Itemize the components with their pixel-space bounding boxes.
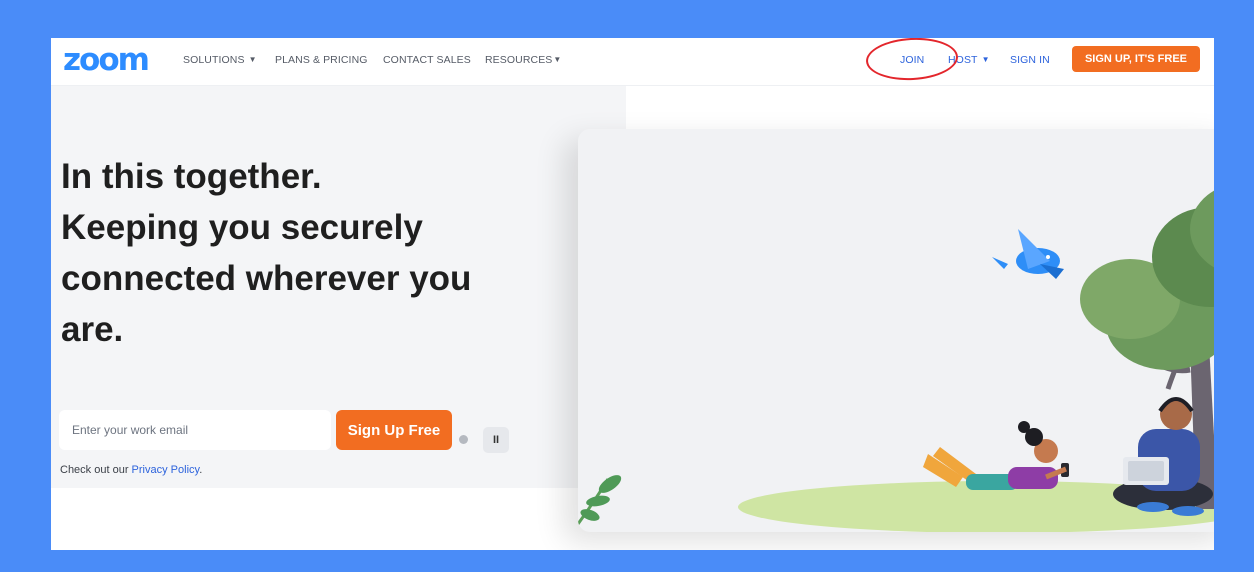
carousel-dot[interactable] [459,435,468,444]
join-link[interactable]: JOIN [900,54,924,66]
pause-icon[interactable]: II [483,427,509,453]
hero-illustration [578,190,1214,532]
nav-plans-pricing[interactable]: PLANS & PRICING [275,54,368,66]
top-navigation-bar: zoom SOLUTIONS ▼ PLANS & PRICING CONTACT … [51,38,1214,86]
chevron-down-icon: ▼ [248,55,257,64]
leaf-plant-icon [578,475,622,525]
nav-resources[interactable]: RESOURCES▼ [485,54,561,66]
sign-up-free-top-button[interactable]: SIGN UP, IT'S FREE [1072,46,1200,72]
browser-viewport: zoom SOLUTIONS ▼ PLANS & PRICING CONTACT … [51,38,1214,550]
privacy-prefix: Check out our [60,464,132,476]
privacy-suffix: . [199,464,203,476]
headline-line-2: Keeping you securely [61,208,423,247]
woman-reading-phone-illustration [923,421,1069,490]
zoom-logo[interactable]: zoom [63,42,150,78]
headline-line-4: are. [61,310,124,349]
sign-in-link[interactable]: SIGN IN [1010,54,1050,66]
chevron-down-icon: ▼ [553,55,562,64]
host-label: HOST [948,54,978,66]
nav-contact-sales[interactable]: CONTACT SALES [383,54,471,66]
sign-up-free-button[interactable]: Sign Up Free [336,410,452,450]
privacy-note: Check out our Privacy Policy. [60,464,202,476]
privacy-policy-link[interactable]: Privacy Policy [132,464,200,476]
hero-illustration-card [578,129,1214,532]
hero-headline: In this together. Keeping you securely c… [61,151,581,355]
headline-line-1: In this together. [61,157,322,196]
nav-solutions-label: SOLUTIONS [183,54,245,66]
chevron-down-icon: ▼ [981,55,990,64]
host-menu[interactable]: HOST ▼ [948,54,990,66]
headline-line-3: connected wherever you [61,259,472,298]
work-email-input[interactable] [59,410,331,450]
bird-icon [992,229,1064,279]
nav-resources-label: RESOURCES [485,54,553,66]
nav-solutions[interactable]: SOLUTIONS ▼ [183,54,257,66]
